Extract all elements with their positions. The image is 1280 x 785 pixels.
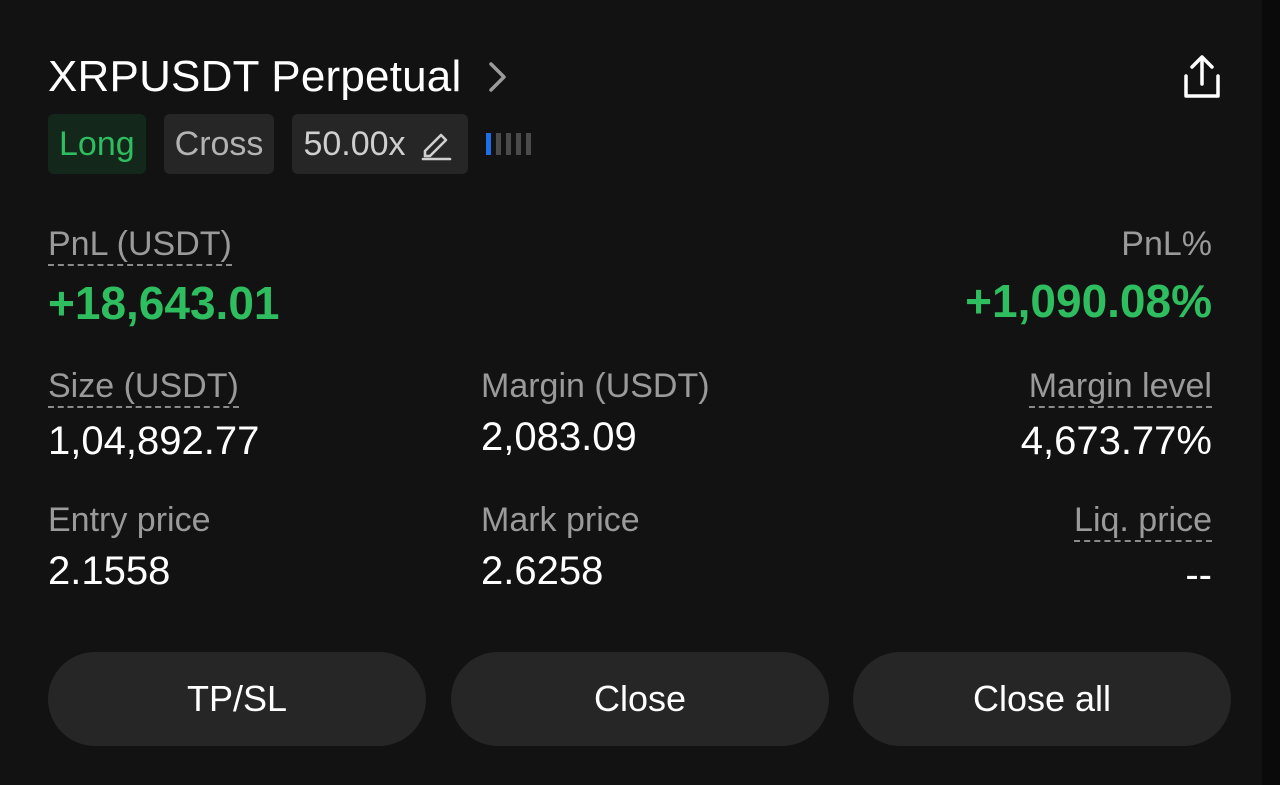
- pnl-label[interactable]: PnL (USDT): [48, 224, 232, 266]
- close-all-button[interactable]: Close all: [853, 652, 1231, 746]
- risk-bar: [515, 133, 521, 155]
- symbol-header[interactable]: XRPUSDT Perpetual: [48, 52, 509, 102]
- leverage-button[interactable]: 50.00x: [292, 114, 468, 174]
- pnl-label-text: PnL (USDT): [48, 225, 232, 266]
- size-label-text: Size (USDT): [48, 367, 239, 408]
- size-value: 1,04,892.77: [48, 419, 260, 463]
- liq-price-label[interactable]: Liq. price: [1074, 500, 1212, 542]
- mark-price-value: 2.6258: [481, 549, 604, 593]
- mark-price-label: Mark price: [481, 501, 640, 539]
- pnl-value: +18,643.01: [48, 277, 280, 329]
- margin-level-value: 4,673.77%: [1020, 419, 1212, 463]
- liq-price-label-text: Liq. price: [1074, 501, 1212, 542]
- risk-bar: [505, 133, 511, 155]
- scroll-edge: [1262, 0, 1280, 785]
- pnl-percent-label: PnL%: [1121, 225, 1212, 263]
- position-tags: Long Cross 50.00x: [48, 114, 536, 174]
- margin-mode-badge[interactable]: Cross: [163, 114, 275, 174]
- entry-price-label: Entry price: [48, 501, 211, 539]
- risk-bar: [485, 133, 491, 155]
- risk-bar: [495, 133, 501, 155]
- pencil-icon: [418, 126, 454, 162]
- entry-price-value: 2.1558: [48, 549, 171, 593]
- margin-label: Margin (USDT): [481, 367, 710, 405]
- margin-level-label[interactable]: Margin level: [1028, 366, 1212, 408]
- side-badge: Long: [48, 114, 146, 174]
- margin-level-label-text: Margin level: [1028, 367, 1212, 408]
- tpsl-button[interactable]: TP/SL: [48, 652, 426, 746]
- chevron-right-icon[interactable]: [487, 57, 509, 97]
- close-button[interactable]: Close: [451, 652, 829, 746]
- liq-price-value: --: [1185, 553, 1212, 597]
- pnl-percent-value: +1,090.08%: [965, 275, 1212, 327]
- risk-level-indicator: [485, 133, 536, 155]
- share-icon[interactable]: [1178, 52, 1226, 102]
- margin-value: 2,083.09: [481, 415, 637, 459]
- leverage-value: 50.00x: [303, 124, 406, 163]
- size-label[interactable]: Size (USDT): [48, 366, 239, 408]
- position-card: XRPUSDT Perpetual Long Cross 50.00x PnL …: [0, 0, 1262, 785]
- risk-bar: [525, 133, 531, 155]
- symbol-title[interactable]: XRPUSDT Perpetual: [48, 52, 461, 102]
